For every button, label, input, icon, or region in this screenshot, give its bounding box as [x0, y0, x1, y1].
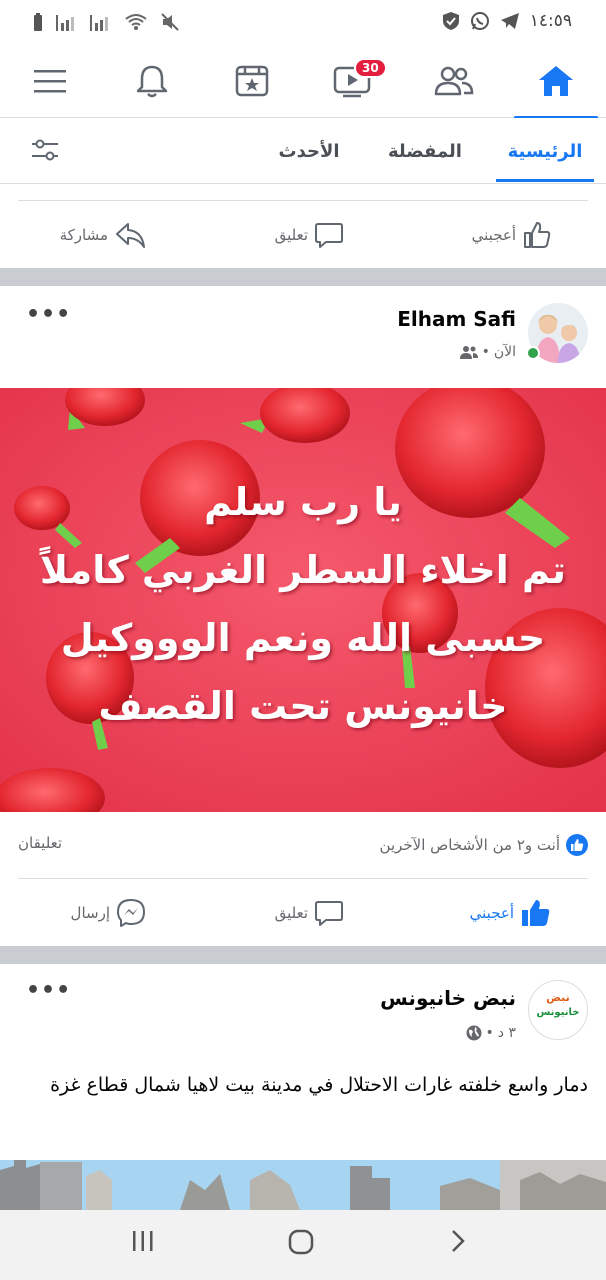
comment-button[interactable]: تعليق: [275, 880, 344, 946]
shield-icon: [442, 12, 459, 30]
battery-icon: [34, 13, 42, 31]
home-icon: [539, 66, 573, 96]
logo-text: نبض: [546, 991, 570, 1004]
bell-icon: [136, 65, 168, 98]
feed-tabs: الرئيسية المفضلة الأحدث: [0, 118, 606, 184]
feed-separator: [0, 268, 606, 286]
meta-dot: •: [485, 1025, 494, 1041]
feed-separator: [0, 946, 606, 964]
globe-icon: [466, 1025, 482, 1041]
like-label: أعجبني: [471, 226, 516, 244]
system-nav-bar: [0, 1210, 606, 1280]
mute-icon: [161, 13, 179, 31]
filter-icon: [32, 139, 58, 161]
like-label: أعجبني: [469, 904, 514, 922]
signal-icon: [56, 15, 74, 31]
post-meta: الآن •: [459, 344, 516, 360]
post-time[interactable]: ٣ د: [498, 1025, 516, 1041]
friends-audience-icon: [459, 346, 478, 359]
post-actions: أعجبني تعليق إرسال: [0, 880, 606, 946]
status-icons-right: ١٤:٥٩: [442, 11, 572, 31]
comment-label: تعليق: [274, 226, 308, 244]
status-bar: ١٤:٥٩: [0, 0, 606, 44]
video-badge: 30: [354, 58, 387, 78]
like-reaction-icon: [566, 834, 588, 856]
previous-post-actions: أعجبني تعليق مشاركة: [0, 202, 606, 268]
home-button[interactable]: [506, 44, 606, 119]
menu-icon: [34, 70, 66, 93]
thumbs-up-icon: [524, 222, 551, 248]
tab-favorites[interactable]: المفضلة: [388, 118, 462, 184]
meta-dot: •: [481, 344, 490, 360]
back-button[interactable]: [448, 1228, 468, 1258]
comment-icon: [315, 901, 343, 926]
menu-button[interactable]: [0, 44, 100, 118]
news-icon: [235, 65, 269, 97]
logo-text: خانيونس: [536, 1007, 580, 1018]
top-nav-bar: 30: [0, 44, 606, 119]
post-photo[interactable]: [0, 1160, 606, 1210]
notifications-button[interactable]: [102, 44, 202, 118]
comment-icon: [315, 223, 343, 248]
post-time[interactable]: الآن: [494, 344, 516, 360]
thumbs-up-filled-icon: [522, 900, 550, 926]
post-meta: ٣ د •: [466, 1025, 516, 1041]
share-label: مشاركة: [59, 226, 108, 244]
post-author[interactable]: نبض خانيونس: [380, 986, 516, 1010]
image-text-line: خانيونس تحت القصف: [98, 684, 508, 728]
post-header: نبض خانيونس نبض خانيونس ٣ د • •••: [0, 964, 606, 1064]
post-options-button[interactable]: •••: [26, 302, 71, 327]
post-header: Elham Safi الآن • •••: [0, 286, 606, 388]
divider: [18, 200, 588, 201]
like-button[interactable]: أعجبني: [470, 880, 552, 946]
clock: ١٤:٥٩: [529, 11, 572, 31]
whatsapp-icon: [470, 12, 489, 30]
reactions-row: أنت و٢ من الأشخاص الآخرين تعليقان: [0, 812, 606, 878]
home-system-button[interactable]: [287, 1228, 315, 1260]
share-button[interactable]: مشاركة: [60, 202, 146, 268]
image-text-line: حسبى الله ونعم الوووكيل: [60, 616, 546, 660]
telegram-icon: [500, 13, 519, 29]
image-text-line: تم اخلاء السطر الغربي كاملاً: [39, 548, 567, 592]
image-text-line: يا رب سلم: [204, 480, 402, 524]
signal-icon: [90, 15, 108, 31]
filter-button[interactable]: [30, 138, 60, 168]
recent-apps-button[interactable]: [130, 1228, 156, 1258]
video-button[interactable]: 30: [302, 44, 402, 118]
news-button[interactable]: [202, 44, 302, 118]
online-indicator: [526, 346, 540, 360]
tab-home[interactable]: الرئيسية: [496, 118, 594, 184]
like-button[interactable]: أعجبني: [472, 202, 552, 268]
friends-button[interactable]: [404, 44, 504, 118]
post-text: دمار واسع خلفته غارات الاحتلال في مدينة …: [50, 1074, 588, 1096]
home-circle-icon: [288, 1229, 314, 1255]
messenger-icon: [117, 899, 145, 927]
recent-apps-icon: [133, 1231, 153, 1251]
status-icons-left: [32, 12, 180, 32]
wifi-icon: [125, 14, 147, 30]
comments-count[interactable]: تعليقان: [18, 834, 62, 852]
chevron-right-icon: [452, 1230, 465, 1252]
reactions-summary[interactable]: أنت و٢ من الأشخاص الآخرين: [380, 834, 588, 856]
share-icon: [116, 223, 145, 248]
page-avatar[interactable]: نبض خانيونس: [528, 980, 588, 1040]
send-button[interactable]: إرسال: [71, 880, 146, 946]
post-author[interactable]: Elham Safi: [397, 307, 516, 331]
reactions-text: أنت و٢ من الأشخاص الآخرين: [379, 836, 560, 854]
comment-button[interactable]: تعليق: [275, 202, 344, 268]
post-options-button[interactable]: •••: [26, 978, 71, 1003]
divider: [18, 878, 588, 879]
friends-icon: [434, 66, 474, 96]
post-image-text: يا رب سلم تم اخلاء السطر الغربي كاملاً ح…: [0, 468, 606, 740]
send-label: إرسال: [70, 904, 110, 922]
comment-label: تعليق: [274, 904, 308, 922]
tab-recent[interactable]: الأحدث: [274, 118, 344, 184]
